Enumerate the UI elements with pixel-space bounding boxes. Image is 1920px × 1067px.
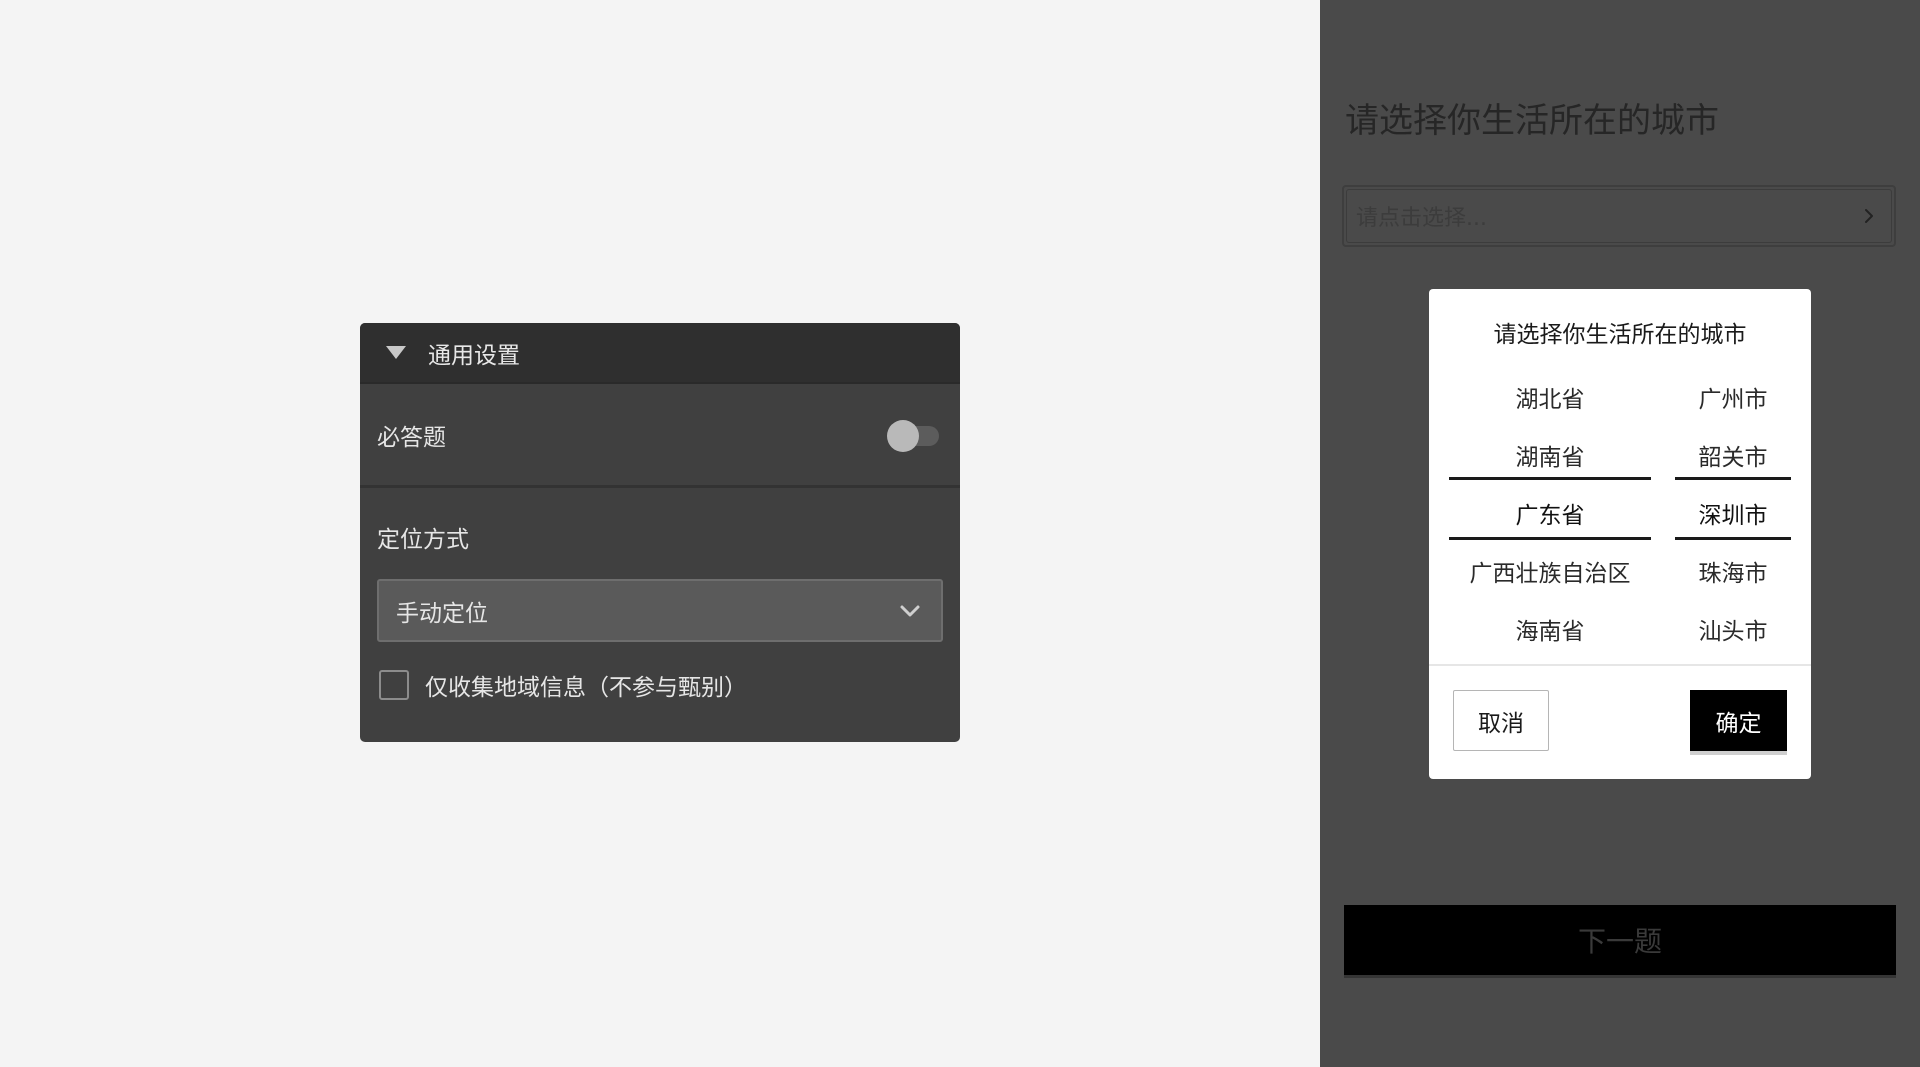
city-select-input[interactable]: 请点击选择... [1342, 185, 1896, 247]
province-column[interactable]: 湖北省 湖南省 广东省 广西壮族自治区 海南省 [1449, 371, 1651, 661]
collect-region-only-checkbox[interactable] [379, 670, 409, 700]
province-selection-top-line [1449, 477, 1651, 480]
city-input-placeholder: 请点击选择... [1356, 206, 1487, 231]
province-option[interactable]: 湖北省 [1449, 371, 1651, 429]
location-method-select[interactable]: 手动定位 [377, 579, 943, 642]
collect-region-only-row: 仅收集地域信息（不参与甄别） [377, 668, 943, 702]
province-option[interactable]: 广西壮族自治区 [1449, 545, 1651, 603]
required-label: 必答题 [377, 424, 446, 451]
city-selection-top-line [1675, 477, 1791, 480]
cancel-button[interactable]: 取消 [1453, 690, 1549, 751]
city-option[interactable]: 广州市 [1675, 371, 1791, 429]
chevron-down-icon [900, 605, 920, 616]
province-option[interactable]: 海南省 [1449, 603, 1651, 661]
toggle-knob [887, 419, 919, 452]
question-title: 请选择你生活所在的城市 [1345, 101, 1719, 141]
city-option[interactable]: 汕头市 [1675, 603, 1791, 661]
picker-title: 请选择你生活所在的城市 [1493, 322, 1747, 348]
location-method-value: 手动定位 [396, 600, 488, 627]
city-picker-dialog: 请选择你生活所在的城市 湖北省 湖南省 广东省 广西壮族自治区 海南省 广州市 … [1429, 289, 1811, 779]
location-method-section: 定位方式 手动定位 仅收集地域信息（不参与甄别） [360, 488, 960, 702]
location-method-label: 定位方式 [377, 527, 469, 553]
app-canvas: 通用设置 必答题 定位方式 手动定位 仅收集地域信息（不参与甄别） 请选择你生活… [0, 0, 1920, 1067]
required-toggle[interactable] [887, 419, 941, 452]
triangle-down-icon[interactable] [386, 346, 406, 359]
city-option[interactable]: 珠海市 [1675, 545, 1791, 603]
city-column[interactable]: 广州市 韶关市 深圳市 珠海市 汕头市 [1675, 371, 1791, 661]
province-selection-bottom-line [1449, 537, 1651, 540]
collect-region-only-label: 仅收集地域信息（不参与甄别） [425, 675, 747, 701]
required-question-row: 必答题 [360, 384, 960, 488]
city-selection-bottom-line [1675, 537, 1791, 540]
confirm-button[interactable]: 确定 [1690, 690, 1787, 751]
general-settings-panel: 通用设置 必答题 定位方式 手动定位 仅收集地域信息（不参与甄别） [360, 323, 960, 742]
chevron-right-icon [1865, 209, 1873, 223]
next-question-button[interactable]: 下一题 [1344, 905, 1896, 975]
panel-title: 通用设置 [428, 342, 520, 369]
general-settings-header[interactable]: 通用设置 [360, 323, 960, 384]
dialog-divider [1429, 664, 1811, 666]
